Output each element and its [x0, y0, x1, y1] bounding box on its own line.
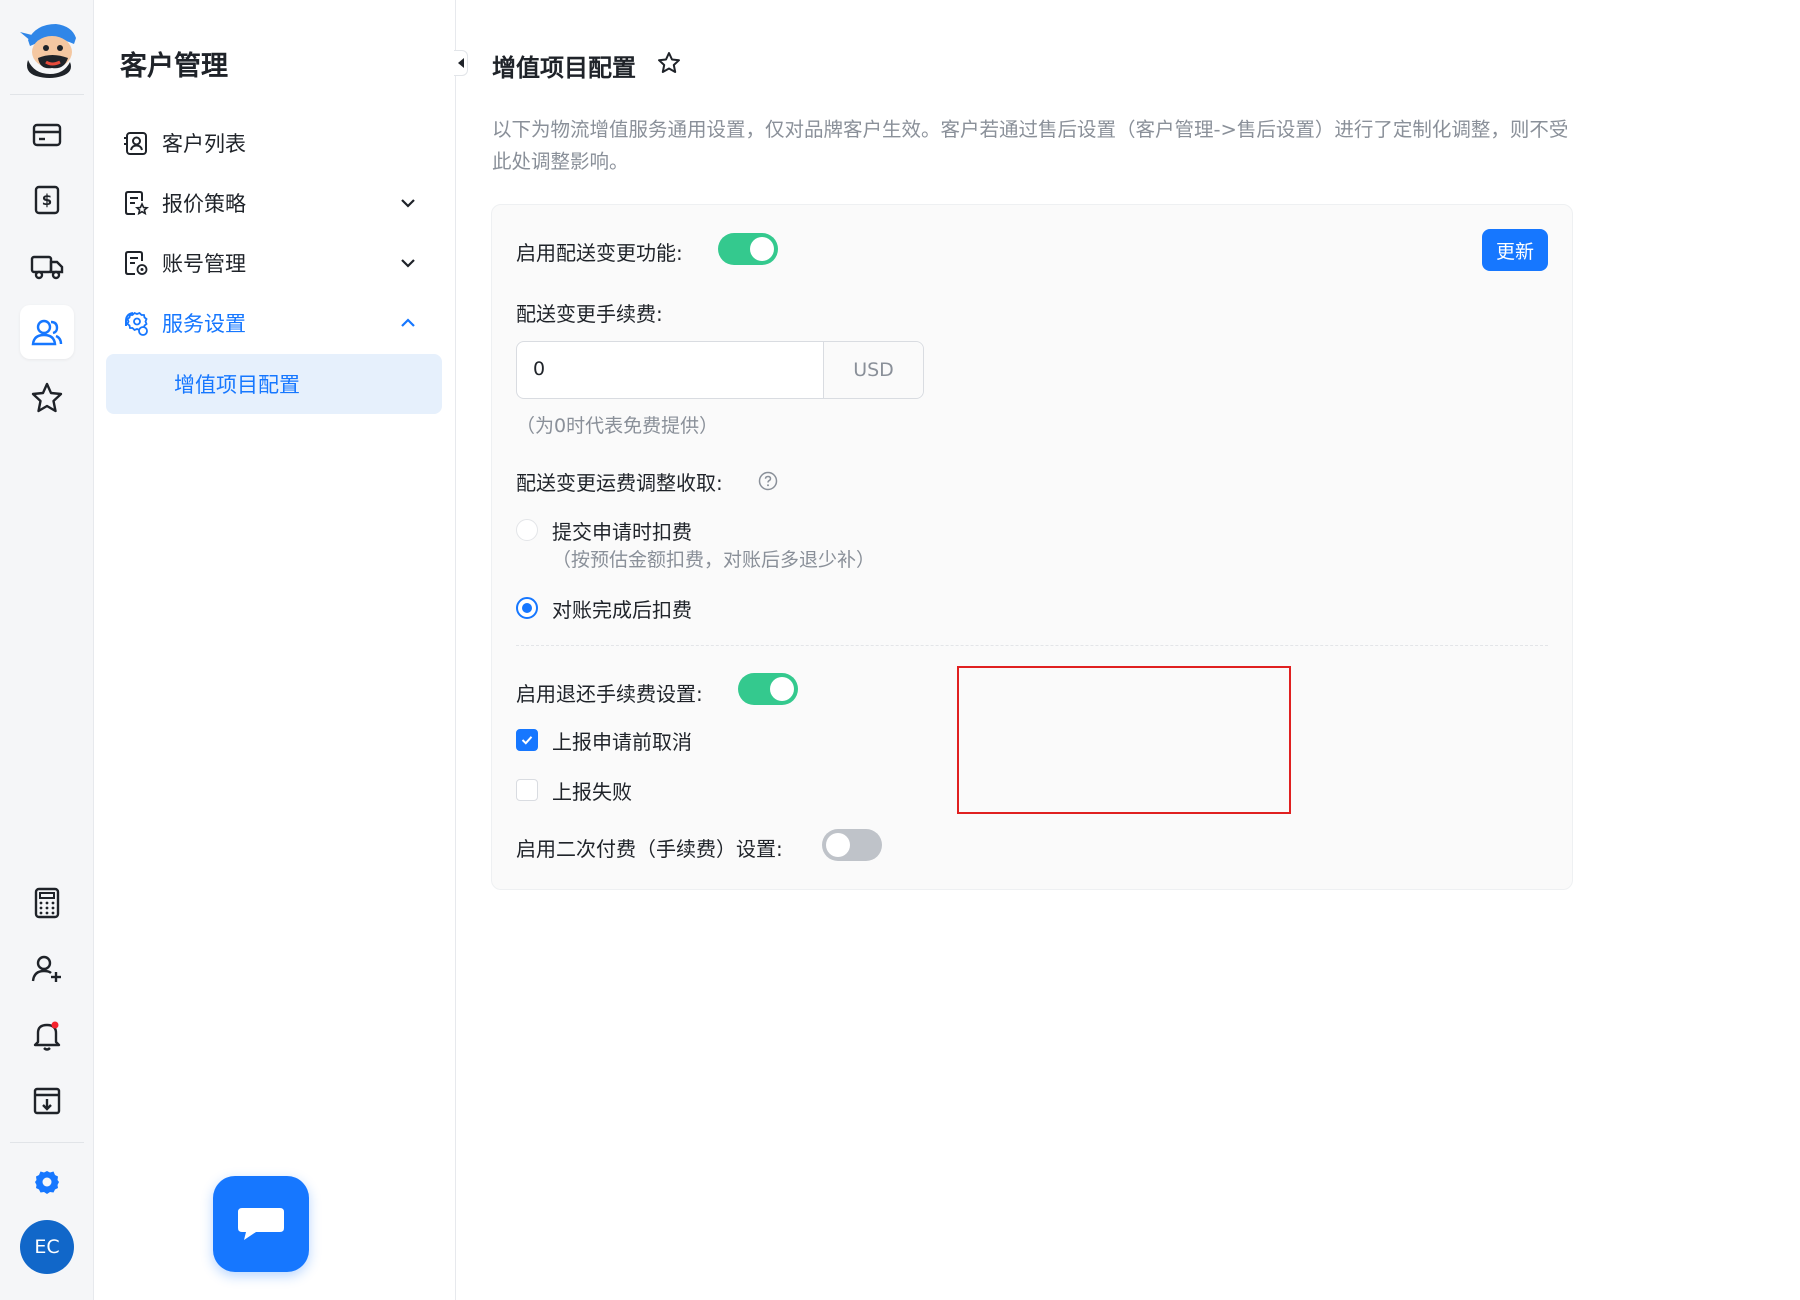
page-title: 增值项目配置 — [492, 54, 636, 82]
fee-input-value: 0 — [533, 358, 546, 380]
calculator-icon — [34, 887, 60, 919]
rail-item-calculator[interactable] — [20, 876, 74, 930]
star-icon — [31, 382, 63, 413]
brand-logo[interactable] — [14, 18, 80, 80]
rail-item-shipping[interactable] — [20, 239, 74, 293]
nav-item-label: 账号管理 — [162, 252, 246, 276]
fee-input[interactable]: 0 USD — [516, 341, 924, 399]
rail-item-customers[interactable] — [20, 305, 74, 359]
refund-label: 启用退还手续费设置: — [516, 682, 703, 706]
freight-option-note: （按预估金额扣费，对账后多退少补） — [552, 549, 876, 571]
nav-item-label: 报价策略 — [162, 192, 246, 216]
freight-option-label[interactable]: 对账完成后扣费 — [552, 594, 692, 623]
refund-option-checkbox-checked[interactable] — [516, 729, 538, 751]
chat-bubble-icon — [238, 1208, 284, 1240]
rail-divider — [10, 94, 84, 95]
chat-button[interactable] — [213, 1176, 309, 1272]
freight-label: 配送变更运费调整收取: — [516, 471, 723, 495]
doc-star-icon — [122, 189, 150, 217]
download-doc-icon — [33, 1087, 61, 1115]
bell-icon — [33, 1021, 61, 1051]
delivery-change-toggle[interactable] — [718, 233, 778, 265]
rail-item-billing[interactable]: $ — [20, 173, 74, 227]
nav-item-customer-list[interactable]: 客户列表 — [122, 120, 432, 166]
fee-currency-suffix: USD — [823, 342, 923, 398]
freight-option-label[interactable]: 提交申请时扣费 — [552, 516, 692, 545]
nav-item-label: 客户列表 — [162, 132, 246, 156]
chevron-up-icon — [401, 318, 415, 327]
chevron-down-icon — [401, 199, 415, 208]
rail-divider — [10, 1142, 84, 1143]
section-divider — [516, 645, 1548, 646]
rail-item-downloads[interactable] — [20, 1074, 74, 1128]
refund-toggle[interactable] — [738, 673, 798, 705]
freight-option-radio-selected[interactable] — [516, 597, 538, 619]
fee-hint: （为0时代表免费提供） — [516, 415, 719, 437]
secondary-nav: 客户管理 客户列表 报价策略 账号管理 服务设置 增值项目配置 — [94, 0, 456, 1300]
favorite-star-icon[interactable] — [656, 50, 682, 76]
check-icon — [521, 736, 533, 745]
app: $ EC 客户管理 客户列表 报价策略 账号管理 服务设置 增值项目配置 增值项… — [0, 0, 1800, 1300]
add-user-icon — [31, 955, 61, 982]
contact-card-icon — [122, 129, 150, 157]
svg-text:$: $ — [42, 191, 52, 209]
dollar-doc-icon: $ — [34, 185, 60, 215]
page-description: 以下为物流增值服务通用设置，仅对品牌客户生效。客户若通过售后设置（客户管理->售… — [492, 118, 1569, 173]
second-payment-toggle[interactable] — [822, 829, 882, 861]
card-icon — [32, 123, 62, 147]
refund-option-checkbox[interactable] — [516, 779, 538, 801]
refund-option-label[interactable]: 上报失败 — [552, 776, 632, 805]
rail-item-card[interactable] — [20, 108, 74, 162]
refund-option-label[interactable]: 上报申请前取消 — [552, 726, 692, 755]
nav-item-label: 服务设置 — [162, 312, 246, 336]
nav-item-account-management[interactable]: 账号管理 — [122, 240, 432, 286]
chevron-down-icon — [401, 259, 415, 268]
second-payment-label: 启用二次付费（手续费）设置: — [516, 837, 783, 861]
truck-icon — [30, 255, 64, 280]
nav-subitem-value-added-config[interactable]: 增值项目配置 — [106, 354, 442, 414]
freight-option-radio[interactable] — [516, 519, 538, 541]
customers-icon — [31, 319, 63, 346]
service-gear-icon — [122, 309, 150, 337]
icon-rail: $ EC — [0, 0, 94, 1300]
doc-gear-icon — [122, 249, 150, 277]
rail-item-favorites[interactable] — [20, 371, 74, 425]
avatar[interactable]: EC — [20, 1220, 74, 1274]
rail-item-add-user[interactable] — [20, 942, 74, 996]
nav-subitem-label: 增值项目配置 — [174, 373, 300, 397]
rail-item-settings[interactable] — [20, 1155, 74, 1209]
question-help-icon[interactable] — [758, 471, 778, 491]
refund-highlight-box — [957, 666, 1291, 814]
delivery-change-label: 启用配送变更功能: — [516, 241, 683, 265]
fee-label: 配送变更手续费: — [516, 302, 663, 326]
rail-item-notifications[interactable] — [20, 1008, 74, 1062]
main-content: 增值项目配置 以下为物流增值服务通用设置，仅对品牌客户生效。客户若通过售后设置（… — [457, 0, 1800, 1300]
update-button[interactable]: 更新 — [1482, 229, 1548, 271]
nav-item-pricing-strategy[interactable]: 报价策略 — [122, 180, 432, 226]
nav-title: 客户管理 — [120, 51, 228, 82]
nav-item-service-settings[interactable]: 服务设置 — [122, 300, 432, 346]
gear-icon — [35, 1171, 59, 1194]
